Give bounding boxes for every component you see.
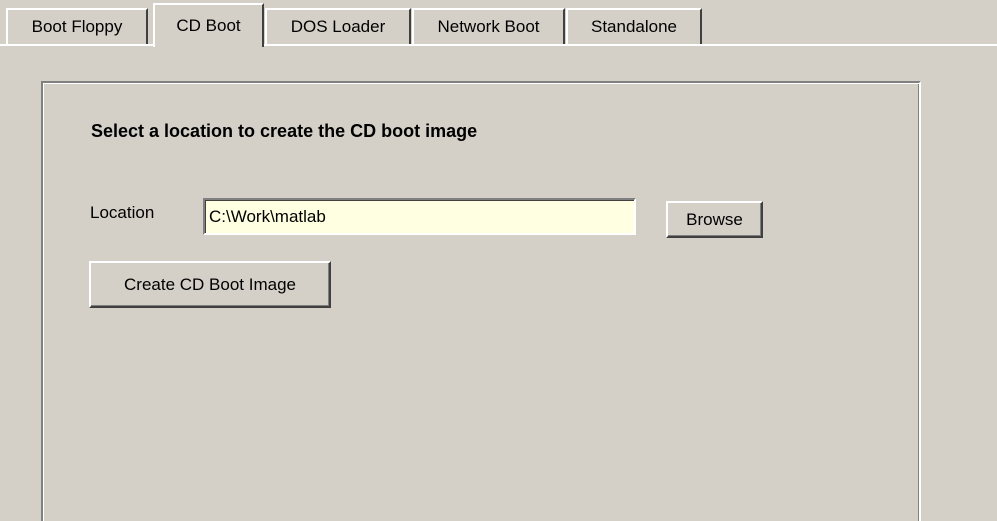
location-label: Location: [90, 203, 155, 222]
cd-boot-group-box: Select a location to create the CD boot …: [41, 81, 921, 521]
browse-button[interactable]: Browse: [666, 201, 763, 238]
section-heading: Select a location to create the CD boot …: [91, 121, 478, 141]
tab-standalone[interactable]: Standalone: [566, 8, 702, 44]
tab-cd-boot[interactable]: CD Boot: [153, 3, 264, 47]
tab-baseline: [0, 44, 997, 46]
location-input[interactable]: [203, 198, 636, 235]
tab-strip: Boot Floppy CD Boot DOS Loader Network B…: [0, 0, 997, 47]
tab-dos-loader[interactable]: DOS Loader: [265, 8, 411, 44]
create-cd-boot-image-button[interactable]: Create CD Boot Image: [89, 261, 331, 308]
tab-network-boot[interactable]: Network Boot: [412, 8, 565, 44]
tab-boot-floppy[interactable]: Boot Floppy: [6, 8, 148, 44]
